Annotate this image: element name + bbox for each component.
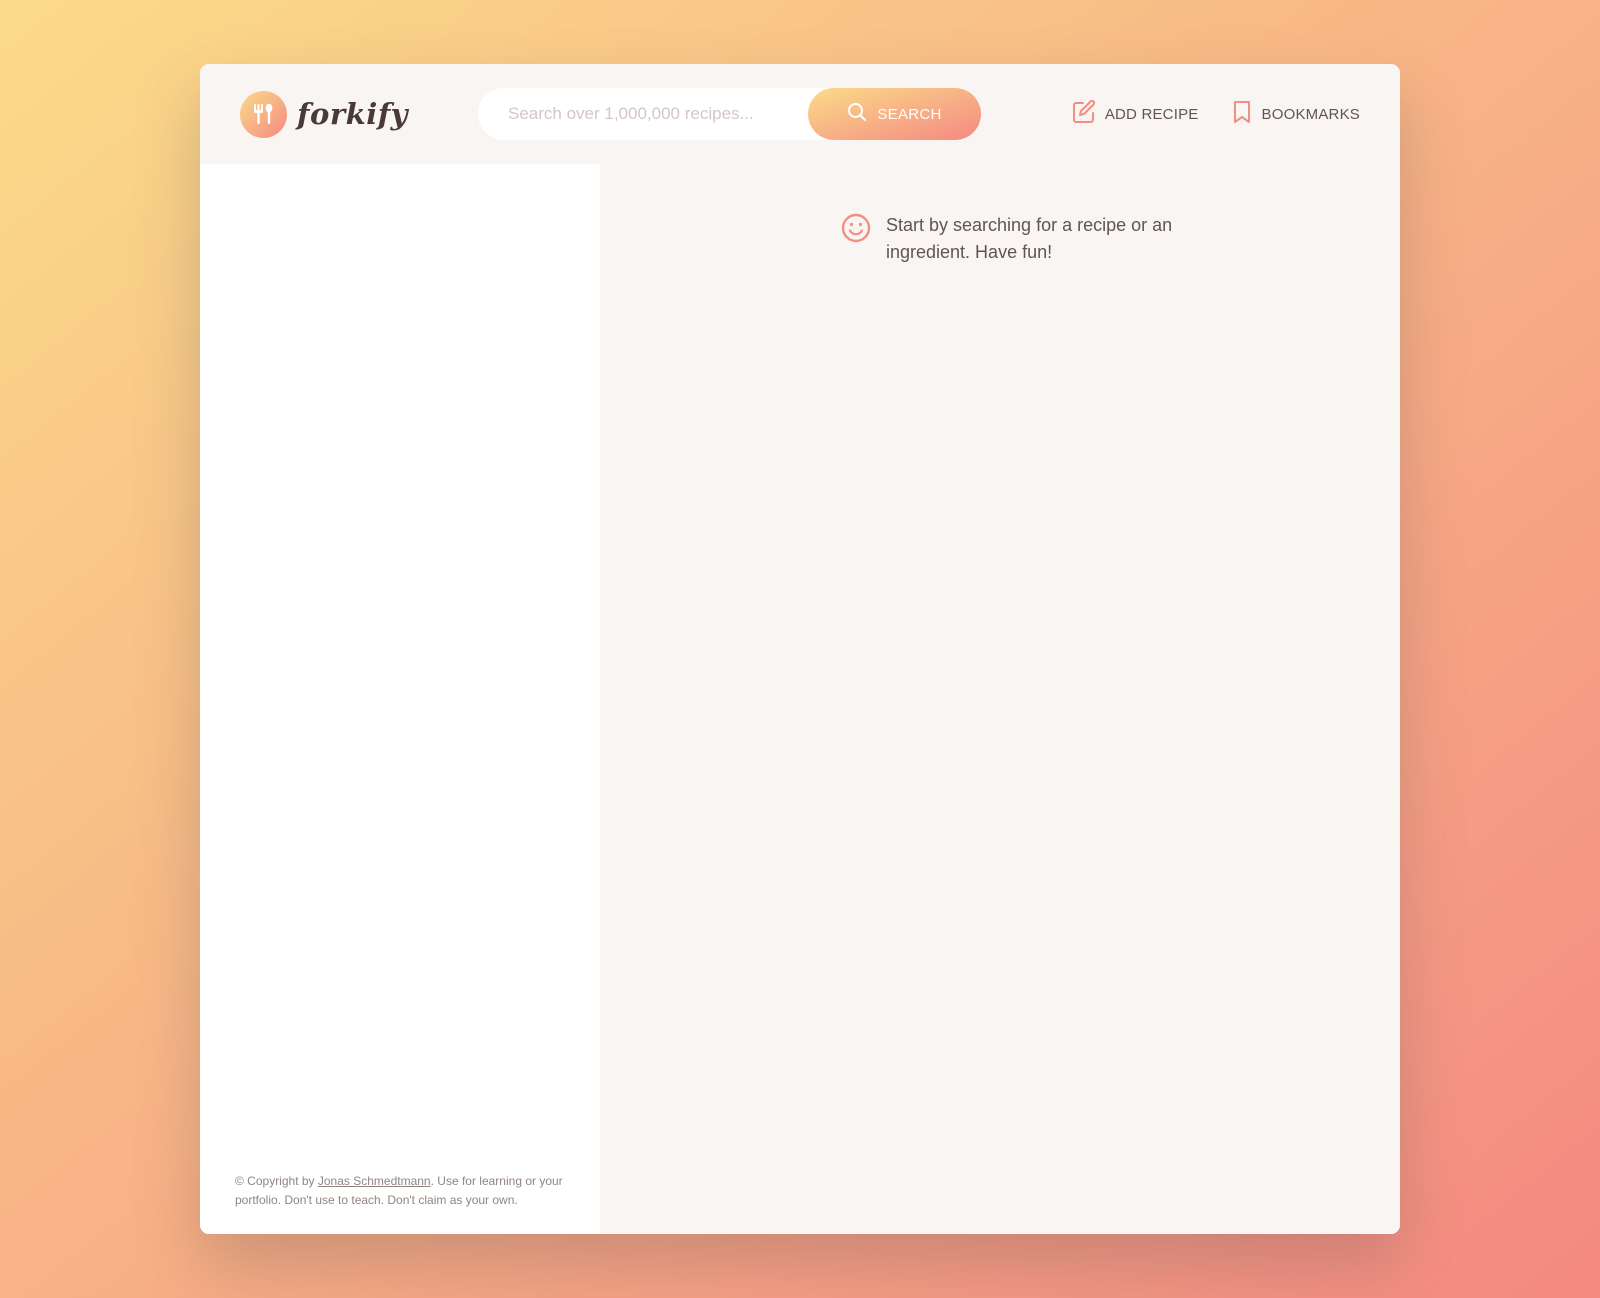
search-button[interactable]: SEARCH [808,88,981,140]
header: forkify SEARCH [200,64,1400,164]
bookmark-icon [1231,100,1253,128]
recipe-panel: Start by searching for a recipe or an in… [600,164,1400,1234]
smile-icon [840,212,872,248]
bookmarks-label: BOOKMARKS [1261,105,1360,123]
start-message-text: Start by searching for a recipe or an in… [886,215,1173,262]
fork-spoon-icon [240,90,287,138]
nav: ADD RECIPE BOOKMARKS [1072,88,1360,140]
bookmarks-button[interactable]: BOOKMARKS [1231,100,1361,128]
edit-icon [1072,99,1096,128]
author-link[interactable]: Jonas Schmedtmann [318,1174,431,1188]
app-container: forkify SEARCH [200,64,1400,1234]
logo[interactable]: forkify [240,90,408,138]
search-input[interactable] [508,104,808,124]
add-recipe-button[interactable]: ADD RECIPE [1072,99,1199,128]
start-message: Start by searching for a recipe or an in… [840,212,1180,266]
search-icon [847,102,867,126]
search-button-label: SEARCH [877,105,942,123]
copyright: © Copyright by Jonas Schmedtmann. Use fo… [235,1172,575,1210]
copyright-prefix: © Copyright by [235,1174,318,1188]
search-form: SEARCH [478,88,981,140]
search-results-panel: © Copyright by Jonas Schmedtmann. Use fo… [200,164,600,1234]
logo-text: forkify [297,97,409,131]
add-recipe-label: ADD RECIPE [1104,105,1199,123]
